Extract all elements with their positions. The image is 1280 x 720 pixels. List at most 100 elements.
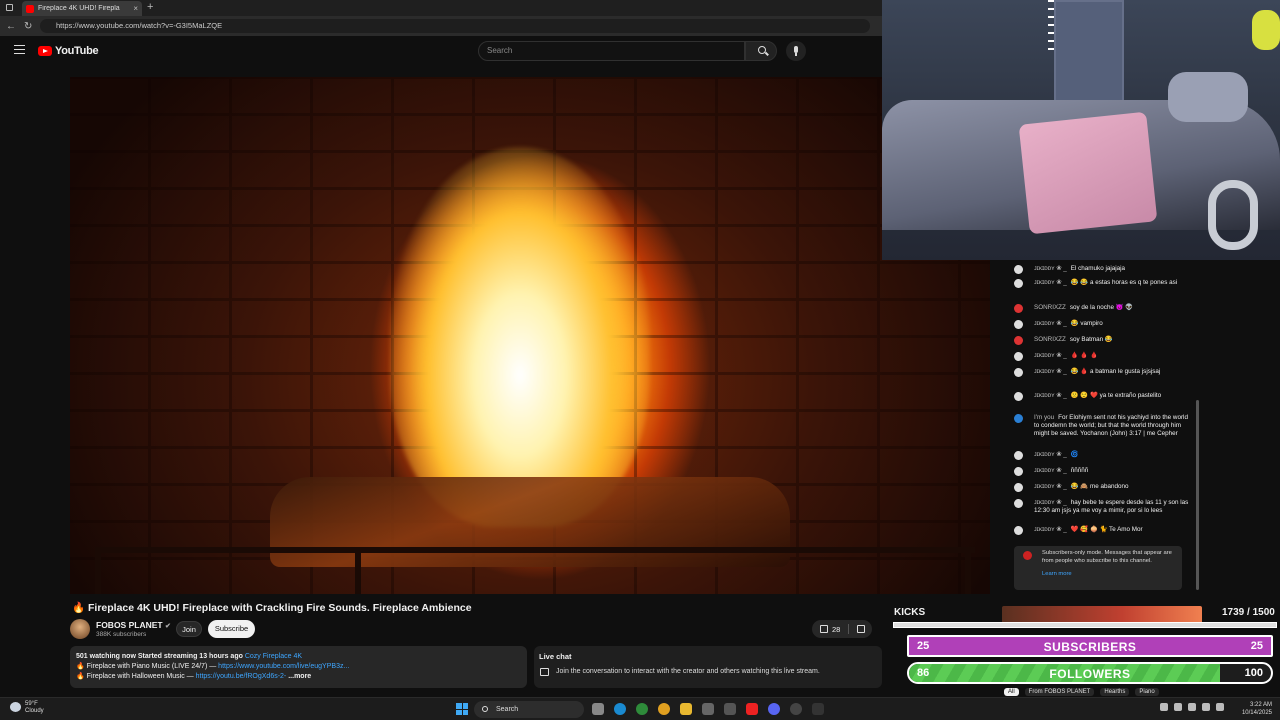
learn-more-link[interactable]: Learn more — [1042, 571, 1176, 579]
video-player[interactable] — [70, 77, 990, 594]
network-icon[interactable] — [1174, 703, 1182, 711]
search-button[interactable] — [745, 41, 777, 61]
browser-tab[interactable]: Fireplace 4K UHD! Firepla × — [22, 1, 142, 16]
search-placeholder: Search — [487, 46, 513, 55]
chat-avatar[interactable] — [1014, 392, 1023, 401]
fire-flames — [390, 147, 650, 527]
subscribers-goal-target: 25 — [1250, 640, 1263, 652]
chip-from-channel[interactable]: From FOBOS PLANET — [1024, 688, 1095, 696]
channel-name[interactable]: FOBOS PLANET ✔ — [96, 620, 171, 630]
chat-username[interactable]: I'm you — [1034, 414, 1054, 421]
chat-username[interactable]: ᴊɪᴋɪᴅᴅʏ ❀ _ — [1034, 368, 1067, 375]
taskbar-search[interactable]: Search — [474, 701, 584, 718]
app-icon[interactable] — [724, 703, 736, 715]
live-chat-join-text[interactable]: Join the conversation to interact with t… — [556, 668, 820, 675]
reload-icon[interactable]: ↻ — [24, 21, 32, 32]
chat-message-body: 😂 😂 a estas horas es q te pones asi — [1070, 279, 1178, 286]
chat-username[interactable]: ᴊɪᴋɪᴅᴅʏ ❀ _ — [1034, 265, 1067, 272]
chrome-icon[interactable] — [658, 703, 670, 715]
join-button[interactable]: Join — [176, 621, 202, 637]
stream-tag[interactable]: Cozy Fireplace 4K — [245, 653, 302, 660]
chat-avatar[interactable] — [1014, 526, 1023, 535]
description-box[interactable]: 501 watching now Started streaming 13 ho… — [70, 646, 527, 688]
chat-username[interactable]: ᴊɪᴋɪᴅᴅʏ ❀ _ — [1034, 499, 1067, 506]
chat-avatar[interactable] — [1014, 336, 1023, 345]
chat-username[interactable]: ᴊɪᴋɪᴅᴅʏ ❀ _ — [1034, 467, 1067, 474]
back-icon[interactable]: ← — [6, 21, 16, 32]
piano-link[interactable]: https://www.youtube.com/live/eugYPB3z... — [218, 663, 349, 670]
kicks-progress-fill — [894, 623, 1276, 627]
description-line-1: 501 watching now Started streaming 13 ho… — [76, 653, 303, 660]
new-tab-icon[interactable]: + — [147, 1, 153, 13]
chip-piano[interactable]: Piano — [1135, 688, 1159, 696]
youtube-logo[interactable]: YouTube — [38, 45, 99, 57]
subscribe-button[interactable]: Subscribe — [208, 620, 255, 638]
xbox-icon[interactable] — [636, 703, 648, 715]
chat-message-text: I'm you For Elohiym sent not his yachiyd … — [1034, 414, 1194, 438]
terminal-icon[interactable] — [812, 703, 824, 715]
chat-message-body: 🙁 😌 ❤️ ya te extraño pastelito — [1070, 392, 1162, 399]
chip-all[interactable]: All — [1004, 688, 1019, 696]
battery-icon[interactable] — [1202, 703, 1210, 711]
search-input[interactable]: Search — [478, 41, 745, 61]
chat-avatar[interactable] — [1014, 414, 1023, 423]
chat-message-text: SONRIXZZ soy Batman 😂 — [1034, 336, 1194, 344]
chat-avatar[interactable] — [1014, 483, 1023, 492]
chat-avatar[interactable] — [1014, 279, 1023, 288]
followers-goal-label: FOLLOWERS — [1049, 667, 1131, 681]
close-tab-icon[interactable]: × — [133, 4, 138, 13]
chat-username[interactable]: ᴊɪᴋɪᴅᴅʏ ❀ _ — [1034, 392, 1067, 399]
chip-hearths[interactable]: Hearths — [1100, 688, 1130, 696]
chat-username[interactable]: SONRIXZZ — [1034, 336, 1066, 343]
chat-username[interactable]: ᴊɪᴋɪᴅᴅʏ ❀ _ — [1034, 352, 1067, 359]
chat-avatar[interactable] — [1014, 368, 1023, 377]
chat-avatar[interactable] — [1014, 320, 1023, 329]
chat-scrollbar[interactable] — [1196, 400, 1199, 590]
channel-avatar[interactable] — [70, 619, 90, 639]
chat-message-text: SONRIXZZ soy de la noche 😈 👽 — [1034, 304, 1194, 312]
more-link[interactable]: ...more — [288, 673, 311, 680]
weather-widget[interactable]: 59°F Cloudy — [10, 701, 44, 715]
chat-username[interactable]: SONRIXZZ — [1034, 304, 1066, 311]
clock-date: 10/14/2025 — [1241, 710, 1272, 716]
task-view-icon[interactable] — [592, 703, 604, 715]
subscriber-mode-icon — [1023, 551, 1032, 560]
chevron-up-icon[interactable] — [1160, 703, 1168, 711]
windows-start-icon[interactable] — [456, 703, 468, 715]
menu-icon[interactable] — [14, 45, 25, 54]
chat-username[interactable]: ᴊɪᴋɪᴅᴅʏ ❀ _ — [1034, 483, 1067, 490]
file-explorer-icon[interactable] — [680, 703, 692, 715]
like-icon[interactable] — [820, 625, 828, 633]
voice-search-icon[interactable] — [786, 41, 806, 61]
chat-avatar[interactable] — [1014, 265, 1023, 274]
taskbar-clock[interactable]: 3:22 AM 10/14/2025 — [1236, 701, 1272, 717]
store-icon[interactable] — [702, 703, 714, 715]
chat-username[interactable]: ᴊɪᴋɪᴅᴅʏ ❀ _ — [1034, 320, 1067, 327]
edge-icon[interactable] — [614, 703, 626, 715]
chat-message-text: ᴊɪᴋɪᴅᴅʏ ❀ _ 😂 🙈 me abandono — [1034, 483, 1194, 491]
url-field[interactable]: https://www.youtube.com/watch?v=-G3I5MaL… — [40, 19, 870, 33]
browser-tab-bar: Fireplace 4K UHD! Firepla × + — [0, 0, 882, 16]
related-chips: All From FOBOS PLANET Hearths Piano — [1004, 688, 1202, 696]
chat-username[interactable]: ᴊɪᴋɪᴅᴅʏ ❀ _ — [1034, 279, 1067, 286]
chat-avatar[interactable] — [1014, 451, 1023, 460]
chat-username[interactable]: ᴊɪᴋɪᴅᴅʏ ❀ _ — [1034, 526, 1067, 533]
chat-avatar[interactable] — [1014, 304, 1023, 313]
dislike-icon[interactable] — [857, 625, 866, 633]
youtube-play-icon — [38, 46, 52, 56]
obs-icon[interactable] — [790, 703, 802, 715]
chat-message-text: ᴊɪᴋɪᴅᴅʏ ❀ _ 🌀 — [1034, 451, 1194, 459]
youtube-app-icon[interactable] — [746, 703, 758, 715]
chat-avatar[interactable] — [1014, 499, 1023, 508]
description-line-2: 🔥 Fireplace with Piano Music (LIVE 24/7)… — [76, 663, 350, 670]
chat-avatar[interactable] — [1014, 467, 1023, 476]
chat-message-body: ❤️ 🥰 🧅 🐈 Te Amo Mor — [1070, 526, 1143, 533]
speaker-icon[interactable] — [1216, 703, 1224, 711]
live-chat-title: Live chat — [539, 652, 572, 661]
volume-icon[interactable] — [1188, 703, 1196, 711]
chat-avatar[interactable] — [1014, 352, 1023, 361]
halloween-link[interactable]: https://youtu.be/fROgXd6s-2- — [196, 673, 287, 680]
window-menu-icon[interactable] — [6, 4, 13, 11]
discord-icon[interactable] — [768, 703, 780, 715]
chat-username[interactable]: ᴊɪᴋɪᴅᴅʏ ❀ _ — [1034, 451, 1067, 458]
